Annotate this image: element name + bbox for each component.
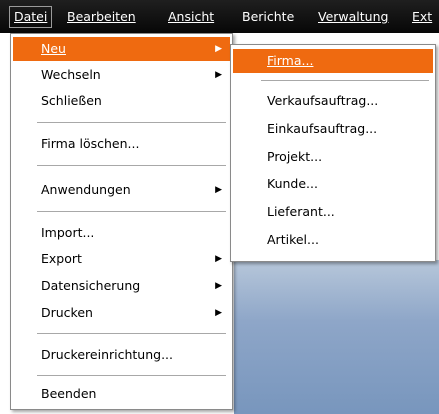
menu-item-import-label: Import... — [41, 225, 95, 240]
menu-separator — [37, 375, 226, 376]
menu-item-firma-loeschen[interactable]: Firma löschen... — [13, 132, 230, 156]
menubar-berichte[interactable]: Berichte — [238, 8, 298, 26]
workspace-background — [234, 260, 439, 414]
submenu-item-artikel[interactable]: Artikel... — [233, 228, 433, 252]
menu-item-datensicherung-label: Datensicherung — [41, 278, 141, 293]
chevron-right-icon: ▶ — [215, 254, 222, 264]
menu-item-firma-loeschen-label: Firma löschen... — [41, 136, 140, 151]
submenu-item-projekt[interactable]: Projekt... — [233, 145, 433, 169]
menu-item-drucken-label: Drucken — [41, 305, 93, 320]
chevron-right-icon: ▶ — [215, 44, 222, 54]
menu-separator — [261, 80, 429, 81]
chevron-right-icon: ▶ — [215, 185, 222, 195]
menu-item-schliessen[interactable]: Schließen — [13, 89, 230, 113]
menu-separator — [37, 122, 226, 123]
menubar-ansicht[interactable]: Ansicht — [164, 8, 218, 26]
menubar-datei[interactable]: Datei — [9, 6, 53, 28]
menu-item-druckereinrichtung[interactable]: Druckereinrichtung... — [13, 343, 230, 367]
menubar-datei-label: Datei — [14, 9, 48, 24]
menu-separator — [37, 211, 226, 212]
menubar-ansicht-label: Ansicht — [168, 9, 215, 24]
menu-item-import[interactable]: Import... — [13, 221, 230, 245]
menu-separator — [37, 165, 226, 166]
menubar-berichte-label: Berichte — [242, 9, 295, 24]
menu-item-neu-label: Neu — [41, 41, 66, 56]
menu-item-datensicherung[interactable]: Datensicherung ▶ — [13, 274, 230, 298]
submenu-item-verkaufsauftrag-label: Verkaufsauftrag... — [267, 93, 379, 108]
submenu-item-einkaufsauftrag-label: Einkaufsauftrag... — [267, 121, 378, 136]
menu-item-wechseln-label: Wechseln — [41, 67, 101, 82]
submenu-item-artikel-label: Artikel... — [267, 232, 319, 247]
submenu-item-lieferant[interactable]: Lieferant... — [233, 200, 433, 224]
window-background — [0, 33, 8, 414]
submenu-item-lieferant-label: Lieferant... — [267, 204, 335, 219]
menubar-bearbeiten-label: Bearbeiten — [67, 9, 136, 24]
menu-item-export-label: Export — [41, 251, 82, 266]
menu-item-schliessen-label: Schließen — [41, 93, 102, 108]
submenu-item-firma[interactable]: Firma... — [233, 49, 433, 73]
submenu-item-firma-label: Firma... — [267, 53, 314, 68]
chevron-right-icon: ▶ — [215, 70, 222, 80]
menubar-verwaltung[interactable]: Verwaltung — [314, 8, 392, 26]
menu-item-wechseln[interactable]: Wechseln ▶ — [13, 63, 230, 87]
menu-bar: Datei Bearbeiten Ansicht Berichte Verwal… — [0, 0, 439, 33]
menu-separator — [37, 333, 226, 334]
submenu-item-einkaufsauftrag[interactable]: Einkaufsauftrag... — [233, 117, 433, 141]
new-submenu: Firma... Verkaufsauftrag... Einkaufsauft… — [230, 44, 436, 262]
submenu-item-verkaufsauftrag[interactable]: Verkaufsauftrag... — [233, 89, 433, 113]
menu-item-anwendungen[interactable]: Anwendungen ▶ — [13, 178, 230, 202]
menubar-extras-label: Ext — [412, 9, 433, 24]
menu-item-anwendungen-label: Anwendungen — [41, 182, 131, 197]
menu-item-neu[interactable]: Neu ▶ — [13, 37, 230, 61]
menu-item-beenden[interactable]: Beenden — [13, 382, 230, 406]
menu-item-druckereinrichtung-label: Druckereinrichtung... — [41, 347, 174, 362]
menubar-verwaltung-label: Verwaltung — [318, 9, 389, 24]
menubar-bearbeiten[interactable]: Bearbeiten — [63, 8, 140, 26]
menu-item-beenden-label: Beenden — [41, 386, 97, 401]
menu-item-export[interactable]: Export ▶ — [13, 247, 230, 271]
submenu-item-kunde[interactable]: Kunde... — [233, 172, 433, 196]
chevron-right-icon: ▶ — [215, 308, 222, 318]
menu-item-drucken[interactable]: Drucken ▶ — [13, 301, 230, 325]
chevron-right-icon: ▶ — [215, 281, 222, 291]
file-menu: Neu ▶ Wechseln ▶ Schließen Firma löschen… — [10, 33, 233, 410]
submenu-item-kunde-label: Kunde... — [267, 176, 318, 191]
submenu-item-projekt-label: Projekt... — [267, 149, 323, 164]
menubar-extras[interactable]: Ext — [408, 8, 436, 26]
